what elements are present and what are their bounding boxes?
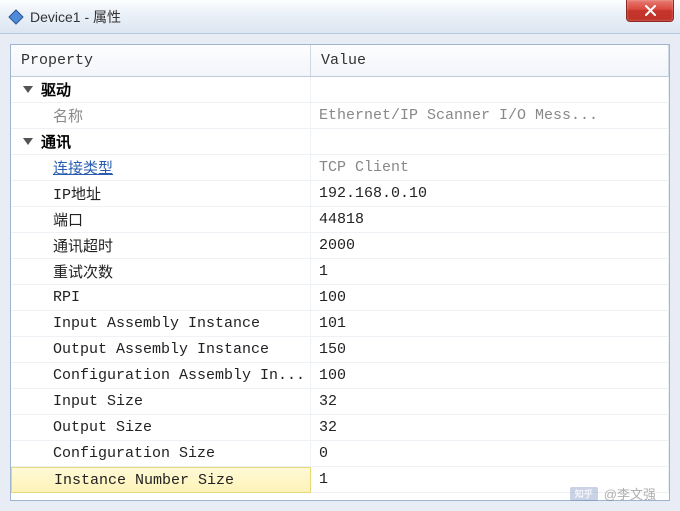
prop-value[interactable]: 101: [311, 311, 669, 337]
row-inst-num-size[interactable]: Instance Number Size 1: [11, 467, 669, 493]
property-grid: Property Value 驱动 名称 Ethernet/IP Scanner…: [10, 44, 670, 501]
grid-header: Property Value: [11, 45, 669, 77]
row-config-asm[interactable]: Configuration Assembly In... 100: [11, 363, 669, 389]
row-output-size[interactable]: Output Size 32: [11, 415, 669, 441]
prop-label: 端口: [11, 207, 311, 233]
row-input-size[interactable]: Input Size 32: [11, 389, 669, 415]
header-property[interactable]: Property: [11, 45, 311, 76]
prop-value[interactable]: 32: [311, 389, 669, 415]
grid-rows: 驱动 名称 Ethernet/IP Scanner I/O Mess... 通讯…: [11, 77, 669, 500]
close-icon: [645, 5, 656, 16]
prop-value[interactable]: 32: [311, 415, 669, 441]
prop-label: 通讯超时: [11, 233, 311, 259]
row-conn-type[interactable]: 连接类型 TCP Client: [11, 155, 669, 181]
row-input-asm[interactable]: Input Assembly Instance 101: [11, 311, 669, 337]
prop-value[interactable]: 100: [311, 363, 669, 389]
window-title: Device1 - 属性: [30, 7, 121, 27]
prop-value[interactable]: 100: [311, 285, 669, 311]
prop-value[interactable]: 1: [311, 259, 669, 285]
prop-label: Output Size: [11, 415, 311, 441]
row-retry[interactable]: 重试次数 1: [11, 259, 669, 285]
row-timeout[interactable]: 通讯超时 2000: [11, 233, 669, 259]
prop-label: Instance Number Size: [11, 467, 311, 493]
prop-value[interactable]: 2000: [311, 233, 669, 259]
close-button[interactable]: [626, 0, 674, 22]
chevron-down-icon: [23, 138, 33, 145]
app-icon: [8, 9, 24, 25]
row-ip[interactable]: IP地址 192.168.0.10: [11, 181, 669, 207]
prop-label: Output Assembly Instance: [11, 337, 311, 363]
prop-label: 连接类型: [53, 157, 113, 178]
dialog-body: Property Value 驱动 名称 Ethernet/IP Scanner…: [0, 34, 680, 511]
titlebar: Device1 - 属性: [0, 0, 680, 34]
prop-label: RPI: [11, 285, 311, 311]
prop-label: IP地址: [11, 181, 311, 207]
prop-label: Input Size: [11, 389, 311, 415]
prop-label: Input Assembly Instance: [11, 311, 311, 337]
prop-value: TCP Client: [311, 155, 669, 181]
row-driver-name[interactable]: 名称 Ethernet/IP Scanner I/O Mess...: [11, 103, 669, 129]
prop-value[interactable]: 192.168.0.10: [311, 181, 669, 207]
prop-label: Configuration Assembly In...: [11, 363, 311, 389]
row-rpi[interactable]: RPI 100: [11, 285, 669, 311]
group-driver[interactable]: 驱动: [11, 77, 669, 103]
prop-label: 名称: [11, 103, 311, 129]
prop-value[interactable]: 150: [311, 337, 669, 363]
row-output-asm[interactable]: Output Assembly Instance 150: [11, 337, 669, 363]
prop-label: Configuration Size: [11, 441, 311, 467]
prop-value[interactable]: 1: [311, 467, 669, 493]
prop-label: 重试次数: [11, 259, 311, 285]
prop-value[interactable]: 0: [311, 441, 669, 467]
prop-value: Ethernet/IP Scanner I/O Mess...: [311, 103, 669, 129]
prop-value[interactable]: 44818: [311, 207, 669, 233]
group-comm[interactable]: 通讯: [11, 129, 669, 155]
header-value[interactable]: Value: [311, 45, 669, 76]
chevron-down-icon: [23, 86, 33, 93]
row-port[interactable]: 端口 44818: [11, 207, 669, 233]
row-config-size[interactable]: Configuration Size 0: [11, 441, 669, 467]
